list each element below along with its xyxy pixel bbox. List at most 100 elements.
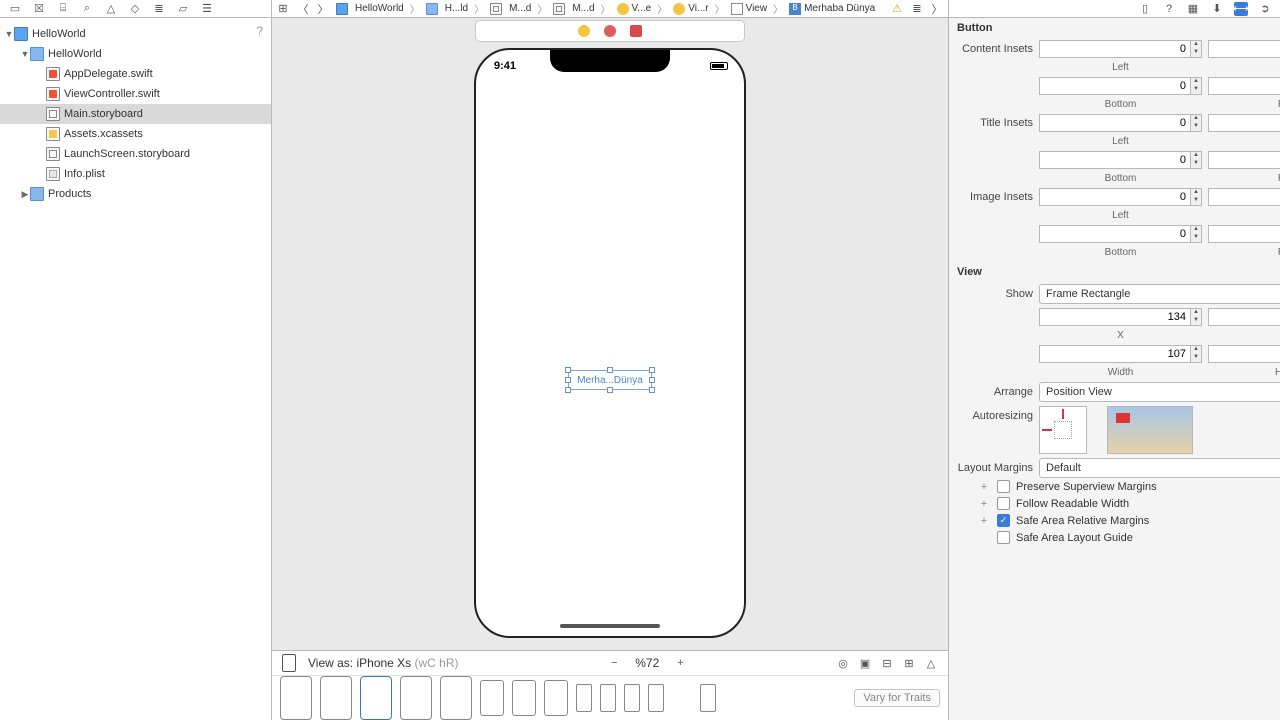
device-thumb[interactable] (576, 684, 592, 712)
resize-handle[interactable] (649, 377, 655, 383)
checkbox[interactable] (997, 531, 1010, 544)
scene-dock[interactable] (475, 20, 745, 42)
crumb-scene[interactable]: V...e (617, 3, 652, 15)
device-thumb[interactable] (280, 676, 312, 720)
device-thumb[interactable] (648, 684, 664, 712)
file-inspector-icon[interactable]: ▯ (1138, 2, 1152, 16)
ci-bottom-input[interactable]: ▲▼ (1039, 77, 1202, 95)
crumb-project[interactable]: HelloWorld (336, 3, 404, 15)
help-icon[interactable]: ? (256, 24, 263, 38)
crumb-sb[interactable]: M...d (490, 3, 531, 15)
vc-icon[interactable] (578, 25, 590, 37)
ci-right-input[interactable]: ▲▼ (1208, 77, 1280, 95)
ii-top-input[interactable]: ▲▼ (1208, 188, 1280, 206)
safearea-guide-row[interactable]: Safe Area Layout Guide (949, 529, 1280, 546)
resize-handle[interactable] (607, 367, 613, 373)
pin-icon[interactable]: ⊞ (902, 656, 916, 670)
ci-left-input[interactable]: ▲▼ (1039, 40, 1202, 58)
zoom-out-button[interactable]: − (605, 654, 623, 672)
ii-left-input[interactable]: ▲▼ (1039, 188, 1202, 206)
nav-file-row[interactable]: Main.storyboard (0, 104, 271, 124)
device-outline-icon[interactable] (282, 654, 296, 672)
back-icon[interactable]: 〈 (296, 2, 310, 16)
attributes-inspector-icon[interactable]: ⬇ (1210, 2, 1224, 16)
disclosure-icon[interactable]: ▶ (20, 189, 30, 200)
first-responder-icon[interactable] (604, 25, 616, 37)
resolve-icon[interactable]: △ (924, 656, 938, 670)
y-input[interactable]: ▲▼ (1208, 308, 1280, 326)
size-inspector-icon[interactable]: ⟷ (1234, 2, 1248, 16)
update-frames-icon[interactable]: ◎ (836, 656, 850, 670)
ci-top-input[interactable]: ▲▼ (1208, 40, 1280, 58)
crumb-sb2[interactable]: M...d (553, 3, 594, 15)
test-icon[interactable]: ◇ (128, 2, 142, 16)
disclosure-icon[interactable]: ▼ (4, 29, 14, 39)
search-icon[interactable]: ⌕ (80, 2, 94, 16)
disclosure-icon[interactable]: ▼ (20, 49, 30, 59)
ib-canvas[interactable]: → 9:41 Merha...Dünya (272, 18, 948, 650)
show-select[interactable]: Frame Rectangle▾ (1039, 284, 1280, 304)
resize-handle[interactable] (565, 377, 571, 383)
quickhelp-icon[interactable]: ? (1162, 2, 1176, 16)
nav-file-row[interactable]: Assets.xcassets (0, 124, 271, 144)
device-thumb[interactable] (320, 676, 352, 720)
outline-icon[interactable]: ≣ (910, 2, 924, 16)
align-icon[interactable]: ⊟ (880, 656, 894, 670)
view-as-label[interactable]: View as: iPhone Xs (wC hR) (308, 656, 459, 670)
ii-right-input[interactable]: ▲▼ (1208, 225, 1280, 243)
device-thumb[interactable] (624, 684, 640, 712)
sourcecontrol-icon[interactable]: ☒ (32, 2, 46, 16)
issue-icon[interactable]: △ (104, 2, 118, 16)
folder-icon[interactable]: ▭ (8, 2, 22, 16)
safearea-relative-row[interactable]: + ✓ Safe Area Relative Margins (949, 512, 1280, 529)
resize-handle[interactable] (565, 387, 571, 393)
ti-left-input[interactable]: ▲▼ (1039, 114, 1202, 132)
ii-bottom-input[interactable]: ▲▼ (1039, 225, 1202, 243)
ti-top-input[interactable]: ▲▼ (1208, 114, 1280, 132)
plus-icon[interactable]: + (977, 498, 991, 510)
device-thumb[interactable] (440, 676, 472, 720)
zoom-value[interactable]: %72 (635, 656, 659, 670)
checkbox[interactable] (997, 497, 1010, 510)
device-thumb[interactable] (480, 680, 504, 716)
vary-traits-button[interactable]: Vary for Traits (854, 689, 940, 707)
checkbox[interactable] (997, 480, 1010, 493)
checkbox[interactable]: ✓ (997, 514, 1010, 527)
ti-bottom-input[interactable]: ▲▼ (1039, 151, 1202, 169)
breakpoint-icon[interactable]: ▱ (176, 2, 190, 16)
plus-icon[interactable]: + (977, 481, 991, 493)
nav-file-row[interactable]: AppDelegate.swift (0, 64, 271, 84)
zoom-in-button[interactable]: + (671, 654, 689, 672)
x-input[interactable]: ▲▼ (1039, 308, 1202, 326)
related-items-icon[interactable]: ⊞ (276, 2, 290, 16)
resize-handle[interactable] (649, 367, 655, 373)
report-icon[interactable]: ☰ (200, 2, 214, 16)
nav-file-row[interactable]: LaunchScreen.storyboard (0, 144, 271, 164)
ti-right-input[interactable]: ▲▼ (1208, 151, 1280, 169)
crumb-view[interactable]: View (731, 3, 768, 15)
connections-inspector-icon[interactable]: ➲ (1258, 2, 1272, 16)
readable-width-row[interactable]: + Follow Readable Width (949, 495, 1280, 512)
crumb-button[interactable]: BMerhaba Dünya (789, 3, 875, 15)
identity-inspector-icon[interactable]: ▦ (1186, 2, 1200, 16)
autoresizing-control[interactable] (1039, 406, 1087, 454)
nav-file-row[interactable]: Info.plist (0, 164, 271, 184)
resize-handle[interactable] (649, 387, 655, 393)
warning-icon[interactable]: ⚠ (890, 2, 904, 16)
nav-file-row[interactable]: ViewController.swift (0, 84, 271, 104)
width-input[interactable]: ▲▼ (1039, 345, 1202, 363)
exit-icon[interactable] (630, 25, 642, 37)
symbol-icon[interactable]: ⌸ (56, 2, 70, 16)
resize-handle[interactable] (607, 387, 613, 393)
height-input[interactable]: ▲▼ (1208, 345, 1280, 363)
device-thumb[interactable] (600, 684, 616, 712)
plus-icon[interactable]: + (977, 515, 991, 527)
preserve-margins-row[interactable]: + Preserve Superview Margins (949, 478, 1280, 495)
device-thumb[interactable] (400, 676, 432, 720)
next-icon[interactable]: 〉 (930, 2, 944, 16)
arrange-select[interactable]: Position View▾ (1039, 382, 1280, 402)
nav-products-row[interactable]: ▶ Products (0, 184, 271, 204)
selected-button[interactable]: Merha...Dünya (568, 370, 652, 390)
debug-icon[interactable]: ≣ (152, 2, 166, 16)
crumb-vc[interactable]: Vi...r (673, 3, 708, 15)
